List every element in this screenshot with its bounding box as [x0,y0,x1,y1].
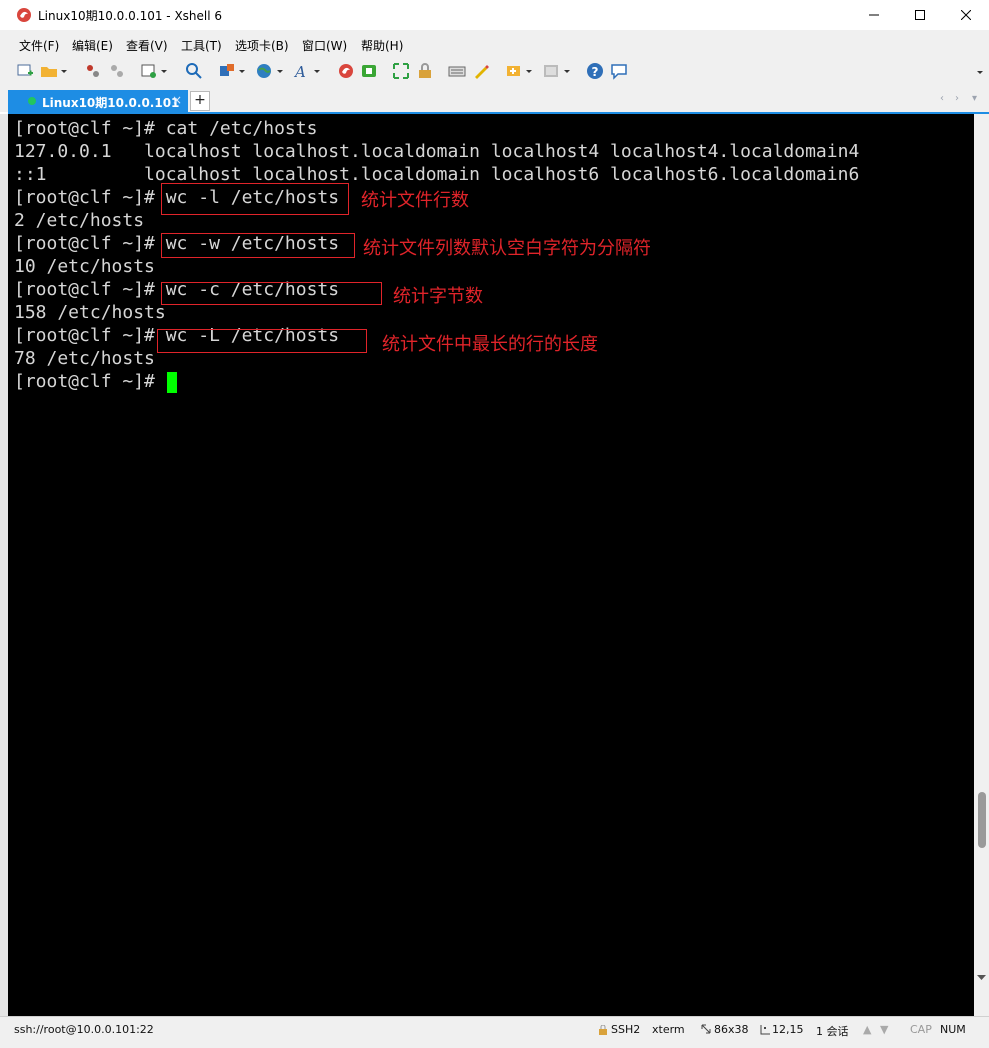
window-title: Linux10期10.0.0.101 - Xshell 6 [38,9,223,23]
search-icon[interactable] [185,62,203,80]
status-protocol: SSH2 [611,1023,641,1036]
status-position: 12,15 [772,1023,804,1036]
chevron-down-icon[interactable] [160,62,168,80]
terminal-line: 2 /etc/hosts [14,210,145,231]
status-num: NUM [940,1023,966,1036]
connected-status-icon [28,97,36,105]
highlight-box [161,282,382,305]
open-folder-icon[interactable] [40,62,58,80]
svg-text:?: ? [592,65,599,79]
highlight-icon[interactable] [472,62,490,80]
left-edge [0,114,8,1016]
scrollbar-thumb[interactable] [978,792,986,848]
terminal-line: [root@clf ~]# cat /etc/hosts [14,118,318,139]
chevron-down-icon[interactable] [313,62,321,80]
chevron-down-icon[interactable] [276,62,284,80]
add-tab-button[interactable]: + [190,91,210,111]
status-cap: CAP [910,1023,932,1036]
tab-close-icon[interactable]: × [172,93,182,107]
annotation-label: 统计文件列数默认空白字符为分隔符 [363,238,651,259]
menu-window[interactable]: 窗口(W) [302,37,347,54]
chevron-down-icon[interactable] [238,62,246,80]
menu-view[interactable]: 查看(V) [126,37,168,54]
highlight-box [161,233,355,258]
chevron-down-icon[interactable] [563,62,571,80]
up-arrow-icon: ▲ [863,1023,872,1036]
terminal-line: 78 /etc/hosts [14,348,155,369]
xshell-icon [17,8,31,22]
down-arrow-icon: ▼ [880,1023,889,1036]
disconnect-icon[interactable] [84,62,102,80]
globe-icon[interactable] [255,62,273,80]
minimize-button[interactable] [851,0,897,30]
close-button[interactable] [943,0,989,30]
maximize-icon [915,10,925,20]
help-icon[interactable]: ? [586,62,604,80]
tab-scroll-right-icon[interactable]: › [955,93,959,104]
chat-icon[interactable] [610,62,628,80]
scroll-down-arrow-icon[interactable] [977,974,986,982]
fullscreen-icon[interactable] [392,62,410,80]
maximize-button[interactable] [897,0,943,30]
menu-tabs[interactable]: 选项卡(B) [235,37,289,54]
terminal-line: 10 /etc/hosts [14,256,155,277]
position-icon [760,1025,770,1035]
lock-icon [599,1025,607,1035]
status-size: 86x38 [714,1023,749,1036]
font-icon[interactable]: A [293,62,311,80]
menu-bar: 文件(F) 编辑(E) 查看(V) 工具(T) 选项卡(B) 窗口(W) 帮助(… [0,30,989,56]
terminal-cursor [167,372,177,393]
reconnect-icon[interactable] [108,62,126,80]
tab-scroll-left-icon[interactable]: ‹ [940,93,944,104]
annotation-label: 统计文件行数 [361,190,469,211]
terminal-line: ::1 localhost localhost.localdomain loca… [14,164,860,185]
xshell-red-icon[interactable] [337,62,355,80]
highlight-box [161,183,349,215]
terminal-line: 158 /etc/hosts [14,302,166,323]
terminal-line: [root@clf ~]# [14,371,166,392]
annotation-label: 统计文件中最长的行的长度 [382,334,598,355]
chevron-down-icon[interactable] [60,62,68,80]
toolbar-overflow-icon[interactable] [975,62,985,80]
lock-icon[interactable] [416,62,434,80]
chevron-down-icon[interactable] [525,62,533,80]
xftp-icon[interactable] [360,62,378,80]
title-bar: Linux10期10.0.0.101 - Xshell 6 [0,0,989,30]
minimize-icon [869,14,879,16]
keyboard-icon[interactable] [448,62,466,80]
highlight-box [157,329,367,353]
tab-label: Linux10期10.0.0.101 [42,96,180,110]
svg-text:A: A [293,63,306,80]
status-terminal-type: xterm [652,1023,685,1036]
menu-edit[interactable]: 编辑(E) [72,37,113,54]
close-icon [961,10,971,20]
status-connection: ssh://root@10.0.0.101:22 [14,1023,154,1036]
toolbar: A ? [0,56,989,89]
menu-file[interactable]: 文件(F) [19,37,59,54]
tab-session[interactable]: Linux10期10.0.0.101 × [8,90,188,112]
status-sessions: 1 会话 [816,1025,849,1038]
properties-icon[interactable] [140,62,158,80]
layout-icon[interactable] [218,62,236,80]
vertical-scrollbar[interactable] [974,114,989,1016]
status-bar: ssh://root@10.0.0.101:22 SSH2 xterm 86x3… [0,1016,989,1048]
annotation-label: 统计字节数 [393,286,483,307]
new-tab-icon[interactable] [505,62,523,80]
new-session-icon[interactable] [16,62,34,80]
terminal-line: 127.0.0.1 localhost localhost.localdomai… [14,141,860,162]
tile-icon[interactable] [542,62,560,80]
menu-tools[interactable]: 工具(T) [181,37,222,54]
tab-menu-icon[interactable]: ▾ [972,93,977,104]
menu-help[interactable]: 帮助(H) [361,37,403,54]
size-icon [701,1024,711,1034]
